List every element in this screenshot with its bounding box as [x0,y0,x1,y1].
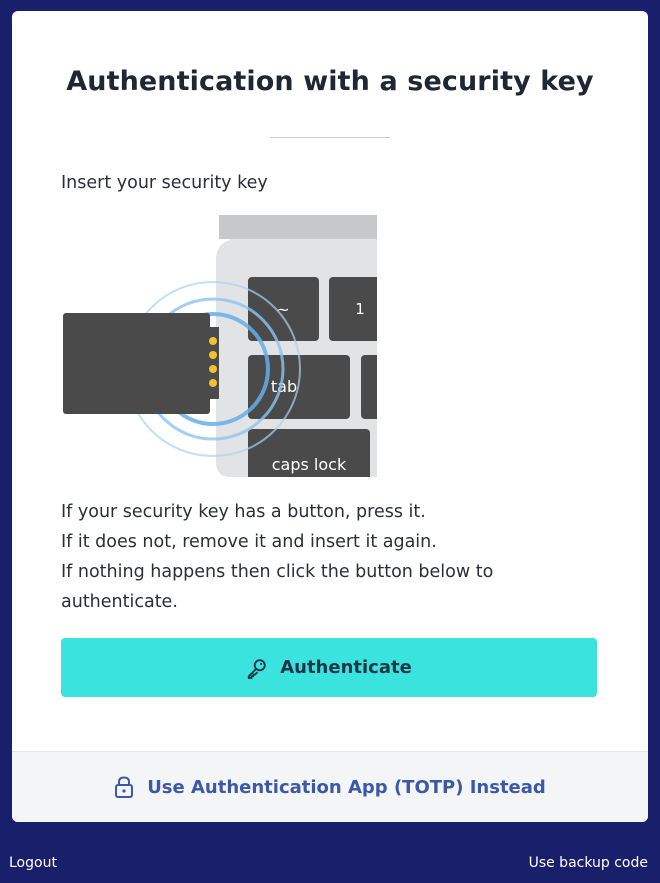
instruction-text: Insert your security key [61,173,268,193]
use-totp-label: Use Authentication App (TOTP) Instead [147,776,546,798]
page: Authentication with a security key Inser… [0,0,660,883]
authenticate-button[interactable]: Authenticate [61,638,597,697]
page-title: Authentication with a security key [66,66,594,97]
authenticate-button-label: Authenticate [280,657,412,678]
auth-card: Authentication with a security key Inser… [12,11,648,822]
key-caps-label: caps lock [272,455,347,474]
use-backup-code-link[interactable]: Use backup code [529,855,648,871]
title-divider [270,137,390,138]
key-one-label: 1 [355,300,365,318]
key-icon [248,658,266,679]
key-tab-label: tab [271,377,297,396]
security-key-illustration: ~ 1 tab caps lock [61,215,391,489]
help-line: If your security key has a button, press… [61,502,426,522]
help-line: If it does not, remove it and insert it … [61,532,437,552]
security-key-keyboard-image: ~ 1 tab caps lock [63,215,391,489]
help-text: If your security key has a button, press… [61,497,599,617]
use-totp-link[interactable]: Use Authentication App (TOTP) Instead [12,751,648,822]
lock-icon [115,776,134,798]
card-body: Authentication with a security key Inser… [12,66,648,697]
help-line: authenticate. [61,592,178,612]
logout-link[interactable]: Logout [9,855,57,871]
help-line: If nothing happens then click the button… [61,562,494,582]
